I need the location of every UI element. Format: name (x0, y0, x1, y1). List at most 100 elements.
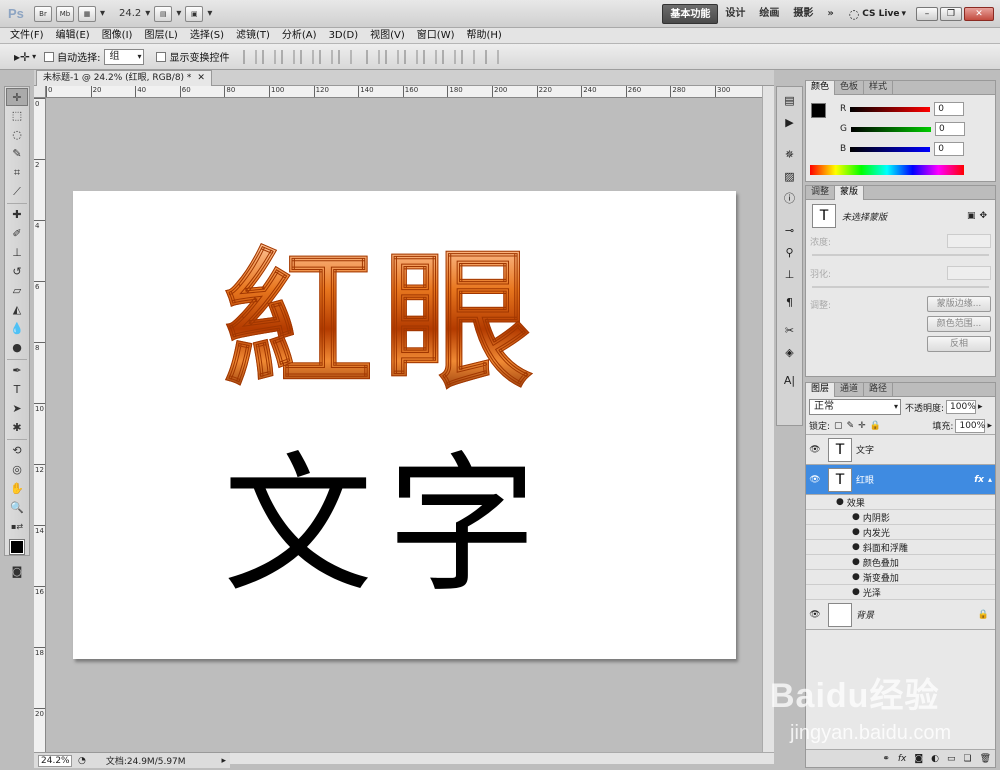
crop-tool-icon[interactable]: ⌗ (6, 164, 28, 182)
pixel-mask-icon[interactable]: ▣ (967, 211, 976, 221)
zoom-level-dropdown[interactable]: 24.2 (119, 8, 141, 19)
layer-name[interactable]: 背景 (856, 608, 874, 621)
effect-row[interactable]: ● 斜面和浮雕 (806, 540, 995, 555)
auto-select-dropdown[interactable]: 组 (104, 48, 145, 65)
visibility-eye-icon[interactable]: 👁 (806, 445, 824, 455)
menu-file[interactable]: 文件(F) (0, 28, 50, 44)
visibility-eye-icon[interactable]: 👁 (806, 610, 824, 620)
arrange-dropdown-icon[interactable]: ▾ (176, 8, 181, 19)
effects-eye-icon[interactable]: ● (836, 497, 844, 507)
mini-bridge-button[interactable]: Mb (56, 5, 74, 22)
menu-edit[interactable]: 编辑(E) (50, 28, 96, 44)
lasso-tool-icon[interactable]: ◌ (6, 126, 28, 144)
align-bottom-icon[interactable] (281, 49, 296, 64)
vertical-scrollbar[interactable] (762, 86, 774, 752)
g-value-field[interactable]: 0 (934, 122, 965, 136)
distribute-bottom-icon[interactable] (404, 49, 419, 64)
shape-tool-icon[interactable]: ✱ (6, 419, 28, 437)
effect-eye-icon[interactable]: ● (852, 527, 860, 537)
collapse-effects-icon[interactable]: ▴ (988, 475, 992, 484)
brush-panel-icon[interactable]: ✵ (779, 145, 800, 163)
menu-layer[interactable]: 图层(L) (138, 28, 183, 44)
workspace-photography[interactable]: 摄影 (786, 4, 820, 24)
fill-field[interactable]: 100% (955, 418, 986, 433)
b-slider[interactable] (850, 146, 931, 152)
stamp-panel-icon[interactable]: ⊥ (779, 265, 800, 283)
effects-group-row[interactable]: ● 效果 (806, 495, 995, 510)
swap-colors-icon[interactable]: ▪⇄ (6, 518, 28, 536)
status-menu-arrow-icon[interactable]: ▸ (221, 756, 226, 766)
hand-tool-icon[interactable]: ✋ (6, 480, 28, 498)
workspace-design[interactable]: 设计 (718, 4, 752, 24)
new-group-icon[interactable]: ▭ (947, 754, 956, 764)
foreground-color-swatch[interactable] (6, 537, 28, 555)
distribute-right-icon[interactable] (461, 49, 476, 64)
tab-styles[interactable]: 样式 (864, 80, 894, 95)
effect-row[interactable]: ● 渐变叠加 (806, 570, 995, 585)
link-layers-icon[interactable]: ⚭ (882, 754, 890, 764)
opacity-field[interactable]: 100% (946, 400, 977, 414)
cslive-dropdown-icon[interactable]: ▾ (901, 9, 906, 19)
move-tool-icon[interactable]: ✛ (6, 88, 28, 106)
menu-window[interactable]: 窗口(W) (411, 28, 461, 44)
pen-tool-icon[interactable]: ✒ (6, 362, 28, 380)
tab-layers[interactable]: 图层 (806, 382, 836, 397)
close-tab-icon[interactable]: ✕ (197, 71, 205, 85)
fill-arrow-icon[interactable]: ▸ (987, 421, 992, 431)
paint-bucket-tool-icon[interactable]: ◭ (6, 301, 28, 319)
zoom-dropdown-icon[interactable]: ▾ (145, 8, 150, 19)
menu-select[interactable]: 选择(S) (184, 28, 230, 44)
distribute-top-icon[interactable] (366, 49, 381, 64)
arrange-documents-button[interactable]: ▤ (154, 5, 173, 22)
auto-select-checkbox[interactable] (44, 51, 55, 62)
paragraph-panel-icon[interactable]: ¶ (779, 293, 800, 311)
bridge-button[interactable]: Br (34, 5, 52, 22)
vector-mask-icon[interactable]: ✥ (979, 211, 987, 221)
tool-preset-dropdown-icon[interactable]: ▾ (32, 52, 36, 61)
g-slider[interactable] (850, 126, 931, 132)
dodge-tool-icon[interactable]: ● (6, 339, 28, 357)
mask-panel-icon[interactable]: ⚲ (779, 243, 800, 261)
new-layer-icon[interactable]: ❏ (963, 754, 971, 764)
lock-transparency-icon[interactable]: ▢ (834, 421, 843, 431)
move-tool-preset-icon[interactable]: ▸✛ (14, 50, 30, 64)
blend-mode-dropdown[interactable]: 正常 (809, 399, 901, 415)
distribute-left-icon[interactable] (423, 49, 438, 64)
effect-row[interactable]: ● 颜色叠加 (806, 555, 995, 570)
tab-color[interactable]: 颜色 (806, 80, 836, 95)
lock-pixels-icon[interactable]: ✎ (847, 421, 855, 431)
minimize-button[interactable]: – (916, 6, 938, 21)
effect-eye-icon[interactable]: ● (852, 542, 860, 552)
clone-stamp-tool-icon[interactable]: ⊥ (6, 244, 28, 262)
layer-row-background[interactable]: 👁 背景 🔒 (806, 600, 995, 630)
zoom-tool-icon[interactable]: 🔍 (6, 499, 28, 517)
zoom-field[interactable]: 24.2% (38, 754, 72, 767)
document-canvas[interactable]: 紅眼 文字 (73, 191, 736, 659)
layer-row-red-eye[interactable]: 👁 T 红眼 fx ▴ (806, 465, 995, 495)
close-button[interactable]: ✕ (964, 6, 994, 21)
effect-row[interactable]: ● 光泽 (806, 585, 995, 600)
opacity-arrow-icon[interactable]: ▸ (978, 402, 983, 412)
blur-tool-icon[interactable]: 💧 (6, 320, 28, 338)
type-tool-icon[interactable]: T (6, 381, 28, 399)
align-hcenter-icon[interactable] (319, 49, 334, 64)
effect-eye-icon[interactable]: ● (852, 557, 860, 567)
menu-3d[interactable]: 3D(D) (323, 28, 365, 44)
delete-layer-icon[interactable]: 🗑 (980, 754, 991, 764)
tab-adjustments[interactable]: 调整 (806, 185, 836, 200)
add-mask-icon[interactable]: ◙ (914, 754, 923, 764)
color-range-button[interactable]: 颜色范围... (927, 316, 991, 332)
layer-name[interactable]: 文字 (856, 443, 874, 456)
show-transform-checkbox[interactable] (156, 51, 167, 62)
workspace-essentials[interactable]: 基本功能 (662, 3, 719, 24)
visibility-eye-icon[interactable]: 👁 (806, 475, 824, 485)
layer-comps-icon[interactable]: ◈ (779, 343, 800, 361)
effect-row[interactable]: ● 内发光 (806, 525, 995, 540)
eraser-tool-icon[interactable]: ▱ (6, 282, 28, 300)
brush-tool-icon[interactable]: ✐ (6, 225, 28, 243)
tab-channels[interactable]: 通道 (835, 382, 865, 397)
mask-edge-button[interactable]: 蒙版边缘... (927, 296, 991, 312)
document-tab[interactable]: 未标题-1 @ 24.2% (红眼, RGB/8) * ✕ (36, 69, 212, 86)
tab-swatches[interactable]: 色板 (835, 80, 865, 95)
tool-presets-icon[interactable]: ⊸ (779, 221, 800, 239)
